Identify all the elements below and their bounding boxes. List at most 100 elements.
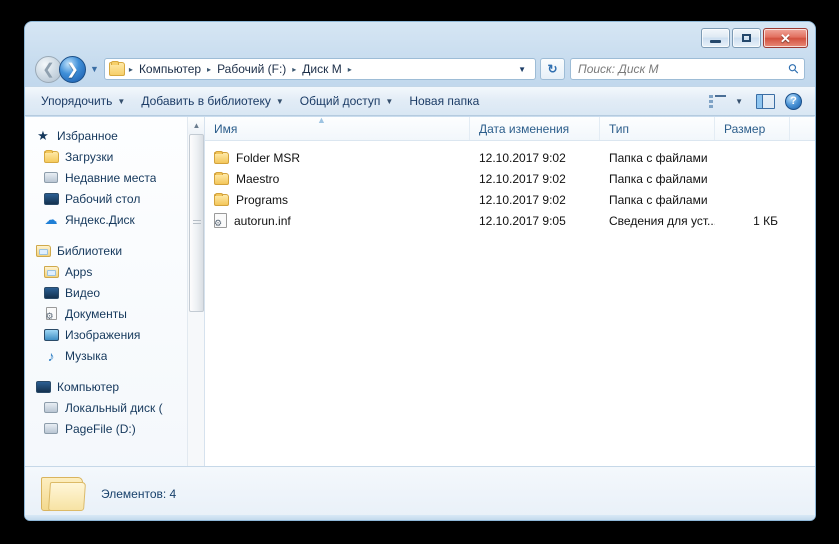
- view-options-icon: [709, 94, 727, 108]
- computer-icon: [35, 379, 51, 395]
- new-folder-button[interactable]: Новая папка: [401, 91, 487, 111]
- forward-button[interactable]: ❯: [59, 55, 86, 83]
- sidebar-item-libraries[interactable]: Библиотеки: [25, 240, 204, 261]
- table-row[interactable]: autorun.inf 12.10.2017 9:05 Сведения для…: [205, 210, 815, 231]
- status-bottom-strip: [25, 515, 815, 520]
- sidebar-item-yandex-disk[interactable]: ☁ Яндекс.Диск: [25, 209, 204, 230]
- cell-type: Папка с файлами: [609, 192, 708, 207]
- recent-places-icon: [43, 170, 59, 186]
- file-name: Programs: [236, 192, 289, 207]
- column-headers: Имя ▲ Дата изменения Тип Размер: [205, 117, 815, 141]
- status-item-count: Элементов: 4: [101, 486, 177, 501]
- column-header-size[interactable]: Размер: [715, 117, 790, 140]
- table-row[interactable]: Folder MSR 12.10.2017 9:02 Папка с файла…: [205, 147, 815, 168]
- change-view-button[interactable]: [704, 93, 731, 110]
- sidebar-item-recent-places[interactable]: Недавние места: [25, 167, 204, 188]
- sidebar-scrollbar[interactable]: ▲ ▼: [187, 117, 204, 520]
- organize-label: Упорядочить: [41, 94, 113, 108]
- scroll-up-button[interactable]: ▲: [188, 117, 204, 134]
- history-dropdown-icon[interactable]: ▼: [90, 64, 99, 74]
- music-library-icon: ♪: [47, 347, 55, 364]
- maximize-button[interactable]: [732, 28, 761, 48]
- star-icon: ★: [37, 128, 49, 143]
- organize-button[interactable]: Упорядочить ▼: [33, 91, 133, 111]
- sidebar-item-apps[interactable]: Apps: [25, 261, 204, 282]
- column-header-name[interactable]: Имя ▲: [205, 117, 470, 140]
- libraries-icon: [35, 243, 51, 259]
- sidebar-item-downloads[interactable]: Загрузки: [25, 146, 204, 167]
- nav-group-libraries: Библиотеки Apps Видео Документы: [25, 240, 204, 366]
- file-list-pane: Имя ▲ Дата изменения Тип Размер Folder M…: [205, 117, 815, 520]
- back-button[interactable]: ❮: [35, 55, 62, 83]
- nav-group-computer: Компьютер Локальный диск ( PageFile (D:): [25, 376, 204, 439]
- help-icon: ?: [785, 92, 802, 110]
- drive-icon: [43, 421, 59, 437]
- chevron-down-icon: ▼: [275, 96, 284, 106]
- breadcrumb-item-disk-m[interactable]: Диск М: [298, 60, 345, 78]
- cell-date: 12.10.2017 9:02: [479, 171, 566, 186]
- cell-date: 12.10.2017 9:02: [479, 150, 566, 165]
- cell-date: 12.10.2017 9:05: [479, 213, 566, 228]
- sidebar-item-pagefile[interactable]: PageFile (D:): [25, 418, 204, 439]
- sort-ascending-icon: ▲: [317, 117, 326, 125]
- sidebar-item-documents[interactable]: Документы: [25, 303, 204, 324]
- cell-name: Maestro: [205, 171, 470, 186]
- back-arrow-icon: ❮: [42, 60, 55, 78]
- cell-type: Сведения для уст...: [609, 213, 715, 228]
- address-dropdown-icon[interactable]: ▼: [514, 65, 533, 74]
- share-label: Общий доступ: [299, 94, 381, 108]
- minimize-button[interactable]: [701, 28, 730, 48]
- cell-name: Folder MSR: [205, 150, 470, 165]
- sidebar-item-pictures[interactable]: Изображения: [25, 324, 204, 345]
- close-icon: ✕: [780, 30, 791, 46]
- cell-type: Папка с файлами: [609, 150, 708, 165]
- status-bar: Элементов: 4: [25, 466, 815, 520]
- nav-group-favorites: ★ Избранное Загрузки Недавние места Рабо…: [25, 125, 204, 230]
- sidebar-item-desktop[interactable]: Рабочий стол: [25, 188, 204, 209]
- column-label: Размер: [724, 121, 766, 136]
- column-label: Дата изменения: [479, 121, 570, 136]
- new-folder-label: Новая папка: [409, 94, 480, 108]
- add-to-library-button[interactable]: Добавить в библиотеку ▼: [133, 91, 291, 111]
- refresh-button[interactable]: ↻: [540, 58, 565, 80]
- table-row[interactable]: Maestro 12.10.2017 9:02 Папка с файлами: [205, 168, 815, 189]
- video-library-icon: [43, 285, 59, 301]
- pictures-library-icon: [43, 327, 59, 343]
- sidebar-label: Изображения: [65, 327, 141, 342]
- sidebar-item-video[interactable]: Видео: [25, 282, 204, 303]
- sidebar-item-favorites[interactable]: ★ Избранное: [25, 125, 204, 146]
- forward-arrow-icon: ❯: [66, 60, 79, 78]
- sidebar-label: Видео: [65, 285, 101, 300]
- close-button[interactable]: ✕: [763, 28, 808, 48]
- navigation-pane: ★ Избранное Загрузки Недавние места Рабо…: [25, 117, 205, 520]
- breadcrumb-separator: ▸: [207, 64, 212, 74]
- sidebar-item-music[interactable]: ♪ Музыка: [25, 345, 204, 366]
- sidebar-label: PageFile (D:): [65, 421, 136, 436]
- address-bar[interactable]: ▸ Компьютер ▸ Рабочий (F:) ▸ Диск М ▸ ▼: [103, 58, 536, 80]
- file-name: Maestro: [236, 171, 280, 186]
- breadcrumb-item-computer[interactable]: Компьютер: [135, 60, 205, 78]
- view-dropdown-icon[interactable]: ▼: [735, 97, 743, 106]
- sidebar-item-local-disk[interactable]: Локальный диск (: [25, 397, 204, 418]
- sidebar-label: Избранное: [57, 128, 118, 143]
- sidebar-label: Документы: [65, 306, 127, 321]
- local-disk-icon: [43, 400, 59, 416]
- folder-icon: [214, 171, 229, 185]
- cell-date: 12.10.2017 9:02: [479, 192, 566, 207]
- search-input[interactable]: Поиск: Диск М: [578, 62, 789, 76]
- sidebar-label: Apps: [65, 264, 93, 279]
- refresh-icon: ↻: [547, 62, 558, 76]
- column-header-type[interactable]: Тип: [600, 117, 715, 140]
- search-box[interactable]: Поиск: Диск М ⚲: [570, 58, 805, 80]
- share-button[interactable]: Общий доступ ▼: [292, 91, 402, 111]
- preview-pane-button[interactable]: [751, 92, 780, 111]
- explorer-window: ✕ ❮ ❯ ▼ ▸ Компьютер ▸ Рабочий (F:) ▸ Дис…: [24, 21, 816, 521]
- table-row[interactable]: Programs 12.10.2017 9:02 Папка с файлами: [205, 189, 815, 210]
- breadcrumb-item-drive-f[interactable]: Рабочий (F:): [213, 60, 290, 78]
- scrollbar-thumb[interactable]: [189, 134, 204, 312]
- help-button[interactable]: ?: [780, 91, 807, 112]
- maximize-icon: [742, 34, 751, 42]
- address-folder-icon: [108, 61, 125, 76]
- column-header-date[interactable]: Дата изменения: [470, 117, 600, 140]
- sidebar-item-computer[interactable]: Компьютер: [25, 376, 204, 397]
